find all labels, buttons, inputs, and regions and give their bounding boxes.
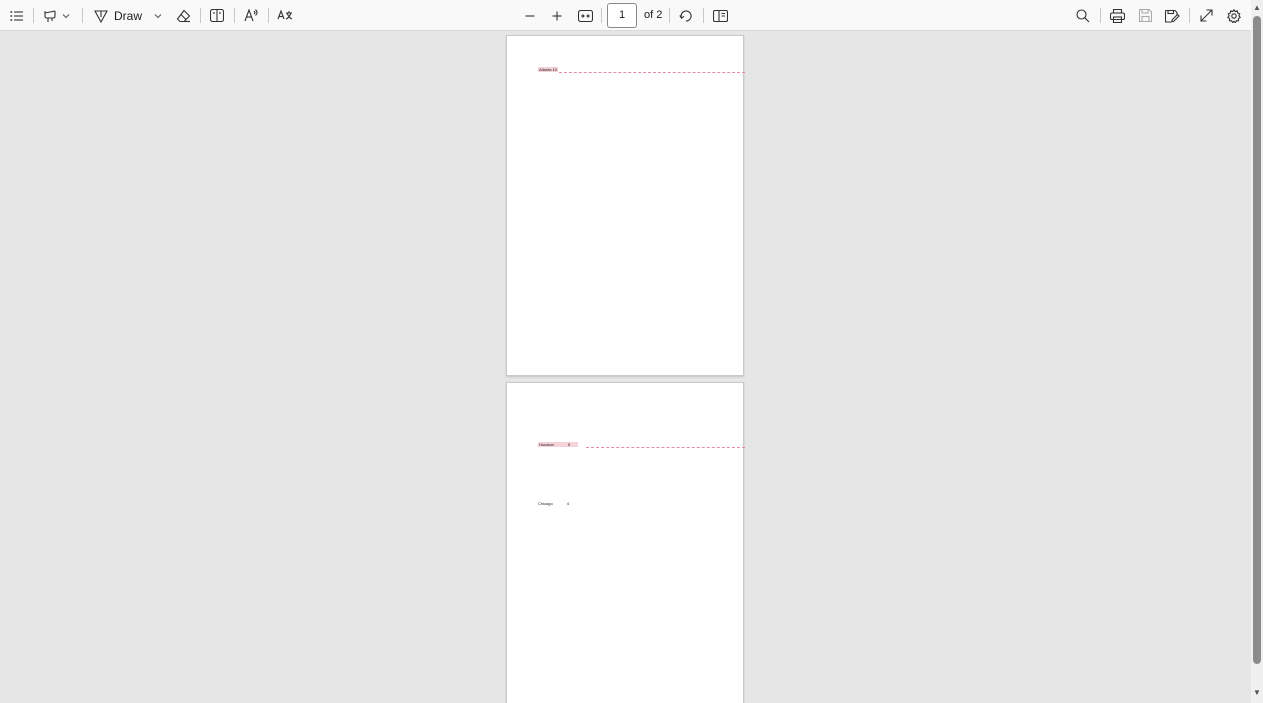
fullscreen-button[interactable] [1196, 5, 1216, 26]
scrollbar-thumb[interactable] [1253, 16, 1261, 664]
fit-width-icon [577, 9, 593, 22]
two-page-icon [712, 9, 728, 22]
separator [669, 8, 670, 23]
scroll-down-arrow[interactable]: ▼ [1253, 688, 1261, 697]
toolbar: Draw 1 of 2 [0, 0, 1263, 31]
find-button[interactable] [1073, 5, 1093, 26]
highlighted-cell: Atlanta 10 [538, 67, 559, 72]
separator [1189, 8, 1190, 23]
draw-button[interactable]: Draw [92, 5, 164, 26]
separator [33, 8, 34, 23]
plus-icon [551, 10, 563, 22]
scroll-up-arrow[interactable]: ▲ [1253, 3, 1261, 12]
separator [601, 8, 602, 23]
table-row: Atlanta 10 [538, 67, 559, 72]
read-aloud-button[interactable] [241, 5, 261, 26]
erase-button[interactable] [173, 5, 193, 26]
cell-value: 4 [566, 501, 569, 506]
print-button[interactable] [1107, 5, 1127, 26]
table-row: Chicago 4 [538, 501, 569, 506]
cell-value: 5 [567, 442, 571, 447]
rotate-icon [679, 9, 693, 23]
document-page-2: Houston 5 Chicago 4 [506, 382, 745, 703]
cell-city: Atlanta [539, 67, 552, 72]
revision-line [559, 72, 745, 73]
minus-icon [524, 10, 536, 22]
print-icon [1109, 8, 1125, 23]
eraser-icon [176, 9, 191, 23]
highlighted-cell: Houston 5 [538, 442, 578, 447]
cell-city: Houston [539, 442, 554, 447]
read-aloud-icon [243, 9, 259, 22]
separator [703, 8, 704, 23]
chevron-down-icon [62, 13, 70, 19]
highlighter-icon [42, 9, 58, 23]
translate-button[interactable] [275, 5, 295, 26]
text-box-button[interactable] [207, 5, 227, 26]
document-viewer[interactable]: Atlanta 10 Houston 5 Chicago 4 [0, 31, 1251, 703]
settings-button[interactable] [1224, 5, 1244, 26]
gear-icon [1227, 8, 1241, 23]
save-button[interactable] [1135, 5, 1155, 26]
vertical-scrollbar[interactable]: ▲ ▼ [1251, 0, 1263, 703]
contents-button[interactable] [6, 5, 28, 26]
draw-label: Draw [113, 8, 142, 23]
page-number-input[interactable]: 1 [607, 3, 637, 28]
expand-icon [1199, 9, 1213, 22]
cell-value: 10 [552, 67, 558, 72]
fit-width-button[interactable] [575, 5, 595, 26]
zoom-out-button[interactable] [520, 5, 540, 26]
save-icon [1138, 9, 1152, 22]
page-count: of 2 [644, 9, 663, 21]
separator [234, 8, 235, 23]
chevron-down-icon [154, 13, 162, 19]
rotate-button[interactable] [676, 5, 696, 26]
revision-line [586, 447, 745, 448]
separator [268, 8, 269, 23]
separator [1100, 8, 1101, 23]
text-box-icon [210, 9, 224, 22]
cell-city: Chicago [538, 501, 553, 506]
save-as-icon [1164, 9, 1180, 23]
zoom-in-button[interactable] [547, 5, 567, 26]
separator [82, 8, 83, 23]
document-page-1: Atlanta 10 [506, 35, 745, 376]
pen-icon [94, 9, 108, 23]
highlight-button[interactable] [38, 5, 74, 26]
save-as-button[interactable] [1162, 5, 1182, 26]
separator [200, 8, 201, 23]
table-row: Houston 5 [538, 442, 578, 447]
page-view-button[interactable] [710, 5, 730, 26]
list-icon [10, 10, 24, 22]
translate-icon [277, 9, 293, 22]
search-icon [1076, 8, 1090, 23]
